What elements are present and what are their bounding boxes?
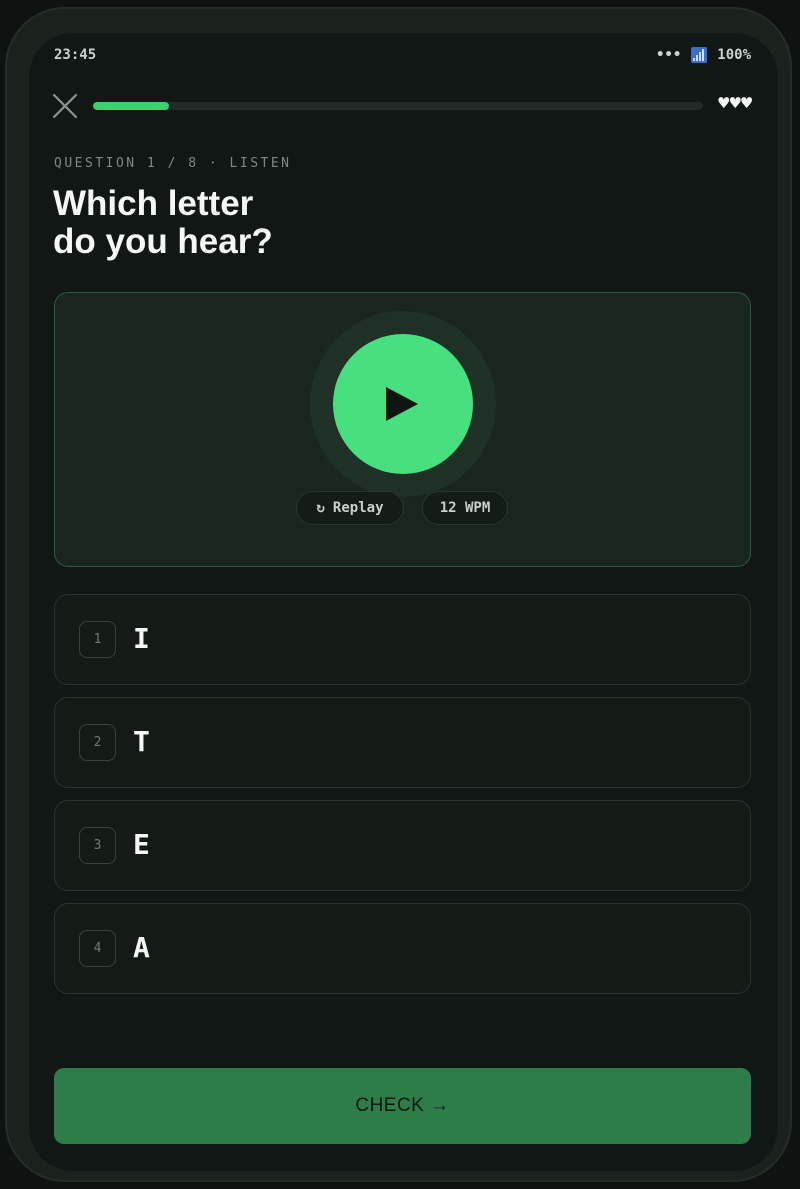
- replay-label: Replay: [332, 500, 384, 516]
- more-dots-icon: •••: [655, 47, 682, 63]
- audio-panel: ↻ Replay 12 WPM: [54, 292, 751, 567]
- app-screen: 23:45 ••• 100% ♥♥♥ QUESTION 1 / 8 · LIST…: [29, 33, 778, 1171]
- status-bar-right: ••• 100%: [656, 47, 751, 63]
- option-number: 3: [79, 827, 116, 864]
- status-time: 23:45: [54, 47, 97, 63]
- lesson-progress-bar: [93, 102, 703, 110]
- replay-button[interactable]: ↻ Replay: [296, 491, 404, 525]
- battery-level: 100%: [717, 47, 751, 63]
- option-number: 2: [79, 724, 116, 761]
- option-number: 4: [79, 930, 116, 967]
- signal-icon: [691, 47, 708, 63]
- option-letter: A: [133, 931, 150, 964]
- question-eyebrow: QUESTION 1 / 8 · LISTEN: [54, 156, 292, 171]
- speed-chip[interactable]: 12 WPM: [422, 491, 508, 525]
- speed-label: 12 WPM: [439, 500, 491, 516]
- option-letter: T: [133, 725, 150, 758]
- replay-icon: ↻: [316, 500, 325, 516]
- option-letter: I: [133, 622, 150, 655]
- close-icon[interactable]: [52, 93, 78, 119]
- lesson-progress-fill: [93, 102, 170, 110]
- answer-option-4[interactable]: 4 A: [54, 903, 751, 994]
- play-icon: [386, 387, 418, 421]
- answer-option-3[interactable]: 3 E: [54, 800, 751, 891]
- answer-option-1[interactable]: 1 I: [54, 594, 751, 685]
- option-letter: E: [133, 828, 150, 861]
- question-title-line-1: Which letter: [53, 184, 254, 223]
- question-title: Which letter do you hear?: [53, 185, 553, 261]
- play-button[interactable]: [333, 334, 473, 474]
- question-title-line-2: do you hear?: [53, 222, 273, 261]
- check-button[interactable]: CHECK →: [54, 1068, 751, 1144]
- answer-option-2[interactable]: 2 T: [54, 697, 751, 788]
- option-number: 1: [79, 621, 116, 658]
- hearts-lives: ♥♥♥: [717, 94, 753, 112]
- device-frame: 23:45 ••• 100% ♥♥♥ QUESTION 1 / 8 · LIST…: [5, 7, 792, 1182]
